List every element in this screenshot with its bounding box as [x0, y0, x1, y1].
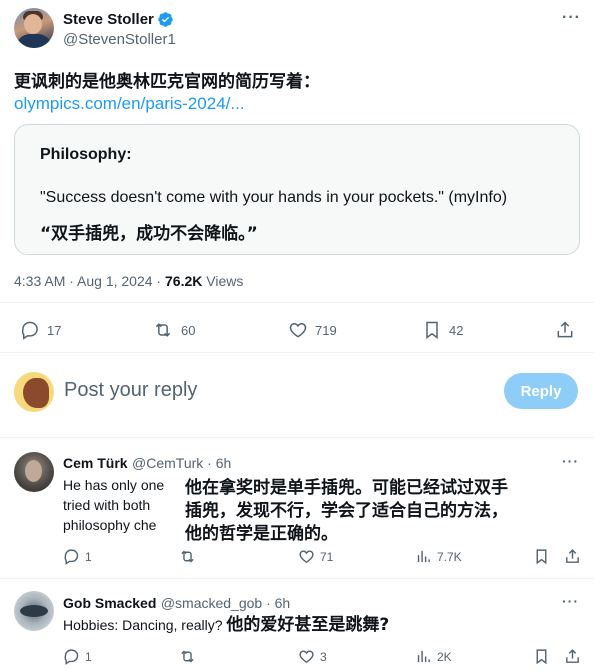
like-action[interactable]: 71: [298, 548, 333, 565]
tweet-text: 更讽刺的是他奥林匹克官网的简历写着：: [14, 72, 320, 92]
retweet-action[interactable]: 60: [152, 320, 195, 340]
translation-line: 他的哲学是正确的。: [185, 524, 338, 544]
reply-count: 1: [85, 549, 92, 564]
avatar-face: [24, 14, 42, 34]
translation-line: 他在拿奖时是单手插兜。可能已经试过双手: [185, 478, 508, 498]
commenter-name[interactable]: Gob Smacked: [63, 595, 156, 611]
divider: [0, 352, 594, 353]
commenter-handle[interactable]: @CemTurk · 6h: [132, 455, 231, 471]
comment-text: He has only one tried with both philosop…: [63, 475, 164, 535]
views-count: 2K: [437, 649, 452, 664]
like-action[interactable]: 719: [288, 320, 337, 340]
like-count: 3: [320, 649, 327, 664]
share-action[interactable]: [555, 320, 575, 340]
card-translation: “双手插兜，成功不会降临。”: [40, 224, 258, 244]
like-count: 71: [320, 549, 334, 564]
share-action[interactable]: [564, 648, 581, 665]
reply-input[interactable]: Post your reply: [64, 379, 197, 402]
more-options-icon[interactable]: ···: [562, 593, 579, 609]
bookmark-icon: [536, 649, 547, 665]
heart-icon: [299, 650, 314, 663]
reply-icon: [64, 649, 79, 665]
divider: [0, 302, 594, 303]
card-quote: "Success doesn't come with your hands in…: [40, 189, 508, 206]
views-count: 76.2K: [165, 273, 203, 289]
more-options-icon[interactable]: ···: [562, 453, 579, 469]
comment-line: tried with both: [63, 497, 151, 513]
heart-icon: [289, 322, 307, 338]
views-action[interactable]: 7.7K: [415, 548, 462, 565]
author-name[interactable]: Steve Stoller: [63, 11, 154, 28]
bookmark-action[interactable]: 42: [422, 320, 463, 340]
avatar-shirt: [16, 34, 52, 48]
share-icon: [566, 549, 579, 563]
comment-text: Hobbies: Dancing, really? 他的爱好甚至是跳舞?: [63, 615, 389, 635]
comment-line: He has only one: [63, 477, 165, 493]
author-avatar[interactable]: [14, 8, 54, 48]
heart-icon: [299, 550, 314, 563]
bookmark-icon: [536, 549, 547, 565]
bookmark-icon: [426, 321, 438, 339]
author-handle[interactable]: @StevenStoller1: [63, 31, 176, 48]
retweet-action[interactable]: [178, 548, 197, 565]
quoted-card[interactable]: Philosophy: "Success doesn't come with y…: [14, 124, 580, 255]
tweet-meta: 4:33 AM · Aug 1, 2024 · 76.2K Views: [14, 273, 243, 289]
share-icon: [557, 321, 573, 338]
divider: [0, 437, 594, 438]
views-action[interactable]: 2K: [415, 648, 452, 665]
retweet-icon: [155, 323, 171, 337]
reply-action[interactable]: 1: [63, 648, 92, 665]
views-count: 7.7K: [437, 549, 462, 564]
tweet-timestamp[interactable]: 4:33 AM · Aug 1, 2024 ·: [14, 273, 165, 289]
retweet-action[interactable]: [178, 648, 197, 665]
verified-badge-icon: [158, 12, 173, 27]
reply-count: 1: [85, 649, 92, 664]
comment-line: philosophy che: [63, 517, 157, 533]
reply-button[interactable]: Reply: [504, 373, 578, 409]
tweet-link[interactable]: olympics.com/en/paris-2024/...: [14, 94, 245, 114]
bookmark-action[interactable]: [533, 648, 550, 665]
commenter-handle[interactable]: @smacked_gob · 6h: [161, 595, 290, 611]
comment-header: Gob Smacked @smacked_gob · 6h: [63, 595, 290, 613]
retweet-icon: [181, 550, 194, 563]
reply-action[interactable]: 17: [20, 320, 61, 340]
reply-icon: [21, 321, 38, 340]
views-label: Views: [202, 273, 244, 289]
reply-icon: [64, 549, 79, 565]
retweet-count: 60: [181, 322, 196, 338]
divider: [0, 578, 594, 579]
comment-header: Cem Türk @CemTurk · 6h: [63, 455, 231, 473]
analytics-icon: [417, 550, 430, 563]
commenter-avatar[interactable]: [14, 591, 54, 631]
comment-translation: 他的爱好甚至是跳舞?: [226, 615, 390, 635]
card-title: Philosophy:: [40, 146, 132, 163]
comment-translation: 他在拿奖时是单手插兜。可能已经试过双手 插兜，发现不行，学会了适合自己的方法， …: [183, 477, 583, 546]
more-options-icon[interactable]: ···: [562, 9, 581, 27]
current-user-avatar[interactable]: [14, 372, 54, 412]
avatar-face: [25, 460, 42, 482]
comment-line: Hobbies: Dancing, really?: [63, 617, 223, 633]
share-action[interactable]: [564, 548, 581, 565]
commenter-name[interactable]: Cem Türk: [63, 455, 128, 471]
commenter-avatar[interactable]: [14, 452, 54, 492]
reply-count: 17: [47, 322, 62, 338]
retweet-icon: [181, 650, 194, 663]
share-icon: [566, 649, 579, 663]
bookmark-count: 42: [449, 322, 464, 338]
bookmark-action[interactable]: [533, 548, 550, 565]
reply-action[interactable]: 1: [63, 548, 92, 565]
like-count: 719: [315, 322, 337, 338]
avatar-shape: [23, 378, 49, 408]
translation-line: 插兜，发现不行，学会了适合自己的方法，: [185, 501, 508, 521]
like-action[interactable]: 3: [298, 648, 327, 665]
analytics-icon: [417, 650, 430, 663]
avatar-eye: [20, 605, 48, 617]
